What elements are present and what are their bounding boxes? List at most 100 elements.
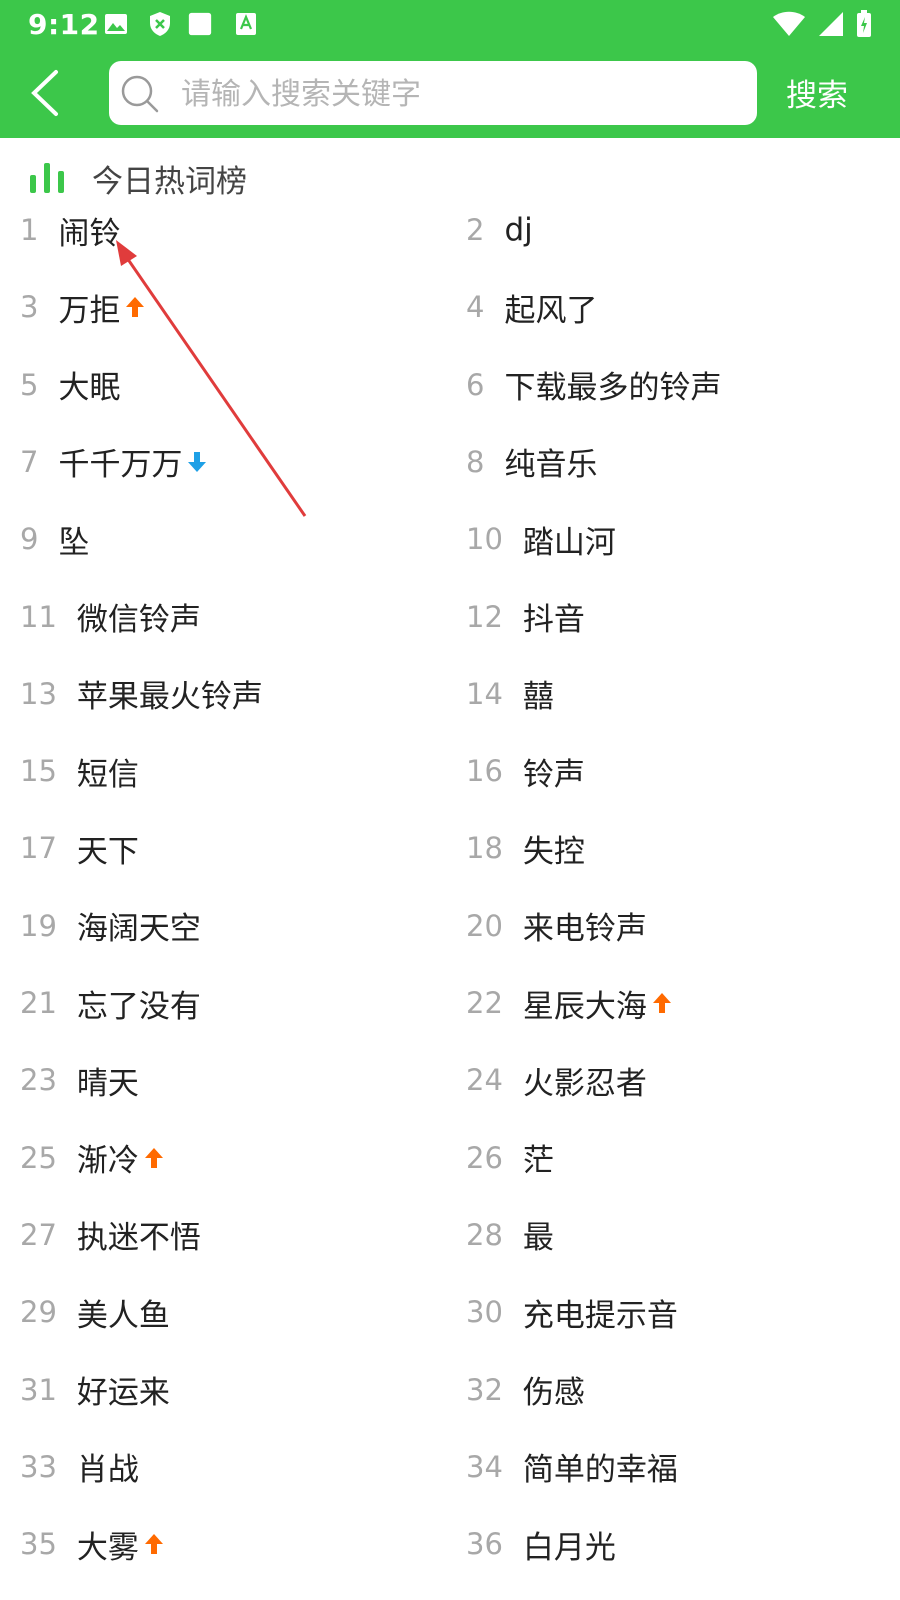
hot-word-label: 来电铃声 [522, 911, 647, 948]
search-input[interactable] [179, 61, 743, 127]
hot-word-label: 执迷不悟 [76, 1220, 201, 1257]
bar-chart-icon [30, 163, 64, 193]
hot-word-rank: 6 [466, 367, 485, 402]
hot-word-label: 铃声 [522, 756, 585, 793]
hot-word-rank: 19 [20, 908, 57, 943]
app-header: 9:12 搜索 [0, 0, 900, 138]
hot-word-rank: 17 [20, 831, 57, 866]
hot-word-label: 下载最多的铃声 [504, 370, 722, 407]
hot-word-label: 坠 [58, 524, 90, 561]
hot-word-item[interactable]: 35 大雾 [20, 1514, 165, 1574]
hot-word-item[interactable]: 16 铃声 [466, 741, 585, 801]
hot-word-rank: 13 [20, 676, 57, 711]
hot-word-item[interactable]: 8 纯音乐 [466, 432, 597, 492]
hot-word-item[interactable]: 21 忘了没有 [20, 973, 201, 1033]
status-bar: 9:12 [0, 0, 900, 48]
hot-word-item[interactable]: 36 白月光 [466, 1514, 616, 1574]
signal-icon [819, 12, 843, 36]
hot-word-label: 最 [522, 1220, 554, 1257]
hot-word-item[interactable]: 9坠 [20, 509, 89, 569]
hot-word-item[interactable]: 17 天下 [20, 818, 139, 878]
hot-word-item[interactable]: 18 失控 [466, 818, 585, 878]
hot-word-item[interactable]: 5 大眠 [20, 355, 120, 415]
hot-word-item[interactable]: 27 执迷不悟 [20, 1205, 201, 1265]
trend-up-icon [144, 1534, 163, 1555]
hot-word-label: 踏山河 [522, 524, 616, 561]
search-button[interactable]: 搜索 [786, 70, 848, 115]
hot-word-item[interactable]: 32 伤感 [466, 1360, 585, 1420]
hot-word-item[interactable]: 1 闹铃 [20, 200, 120, 260]
hot-word-label: 苹果最火铃声 [76, 679, 263, 716]
hot-word-label: 好运来 [76, 1375, 170, 1411]
hot-word-rank: 29 [20, 1295, 57, 1330]
hot-word-label: 短信 [76, 756, 139, 793]
hot-word-label: 渐冷 [76, 1143, 139, 1180]
hot-word-item[interactable]: 34 简单的幸福 [466, 1437, 678, 1497]
hot-word-item[interactable]: 13 苹果最火铃声 [20, 664, 263, 724]
hot-word-item[interactable]: 3 万拒 [20, 277, 146, 337]
hot-word-rank: 32 [466, 1372, 503, 1407]
hot-word-item[interactable]: 10 踏山河 [466, 509, 616, 569]
gallery-notification-icon [104, 12, 128, 36]
hot-word-label: 大眠 [58, 370, 121, 407]
hot-word-rank: 25 [20, 1140, 57, 1175]
hot-word-rank: 33 [20, 1449, 57, 1484]
hot-word-label: 肖战 [76, 1452, 139, 1489]
hot-word-item[interactable]: 26 茫 [466, 1128, 554, 1188]
hot-word-item[interactable]: 22 星辰大海 [466, 973, 673, 1033]
hot-word-rank: 11 [20, 599, 57, 634]
hot-word-item[interactable]: 6 下载最多的铃声 [466, 355, 721, 415]
hot-word-rank: 14 [466, 676, 503, 711]
status-time: 9:12 [28, 8, 100, 41]
hot-word-item[interactable]: 7 千千万万 [20, 432, 208, 492]
hot-word-label: 大雾 [76, 1529, 139, 1566]
hot-word-rank: 24 [466, 1063, 503, 1098]
battery-icon [857, 10, 871, 37]
hot-word-label: 微信铃声 [76, 602, 201, 638]
hot-word-item[interactable]: 2 dj [466, 200, 533, 260]
hot-word-item[interactable]: 24 火影忍者 [466, 1050, 647, 1110]
hot-word-item[interactable]: 25 渐冷 [20, 1128, 165, 1188]
hot-word-item[interactable]: 33 肖战 [20, 1437, 139, 1497]
hot-word-item[interactable]: 14 囍 [466, 664, 554, 724]
hot-word-item[interactable]: 30 充电提示音 [466, 1282, 678, 1342]
hot-word-rank: 10 [466, 522, 503, 557]
hot-word-label: dj [504, 212, 533, 248]
hot-word-item[interactable]: 4 起风了 [466, 277, 597, 337]
trend-up-icon [652, 993, 671, 1013]
hot-word-label: 抖音 [522, 602, 585, 638]
hot-word-rank: 2 [466, 213, 485, 247]
hot-word-rank: 35 [20, 1527, 57, 1562]
shield-notification-icon [148, 12, 172, 36]
hot-word-item[interactable]: 29 美人鱼 [20, 1282, 170, 1342]
hot-word-item[interactable]: 23 晴天 [20, 1050, 139, 1110]
hot-word-label: 海阔天空 [76, 911, 201, 948]
search-icon [121, 75, 159, 113]
hot-word-rank: 12 [466, 599, 503, 634]
hot-word-label: 火影忍者 [522, 1065, 647, 1102]
hot-word-rank: 3 [20, 290, 39, 325]
hot-word-label: 充电提示音 [522, 1297, 678, 1334]
hot-word-item[interactable]: 31 好运来 [20, 1360, 170, 1420]
hot-word-item[interactable]: 15 短信 [20, 741, 139, 801]
hot-word-item[interactable]: 28 最 [466, 1205, 554, 1265]
hot-word-item[interactable]: 11 微信铃声 [20, 587, 201, 647]
hot-word-rank: 20 [466, 908, 503, 943]
hot-word-item[interactable]: 12 抖音 [466, 587, 585, 647]
hot-word-label: 万拒 [58, 292, 121, 329]
hot-word-label: 晴天 [76, 1065, 139, 1102]
hot-word-label: 伤感 [522, 1375, 585, 1411]
hot-word-label: 纯音乐 [504, 447, 598, 484]
back-button[interactable] [20, 66, 70, 120]
search-toolbar: 搜索 [0, 60, 900, 127]
trend-down-icon [188, 451, 207, 472]
hot-words-header: 今日热词榜 [28, 158, 247, 200]
search-box[interactable] [109, 61, 757, 127]
hot-word-item[interactable]: 19 海阔天空 [20, 896, 201, 956]
hot-word-label: 失控 [522, 833, 585, 870]
hot-word-rank: 18 [466, 831, 503, 866]
hot-word-rank: 7 [20, 444, 39, 479]
hot-word-label: 白月光 [522, 1529, 616, 1566]
hot-word-rank: 28 [466, 1217, 503, 1252]
hot-word-item[interactable]: 20 来电铃声 [466, 896, 647, 956]
